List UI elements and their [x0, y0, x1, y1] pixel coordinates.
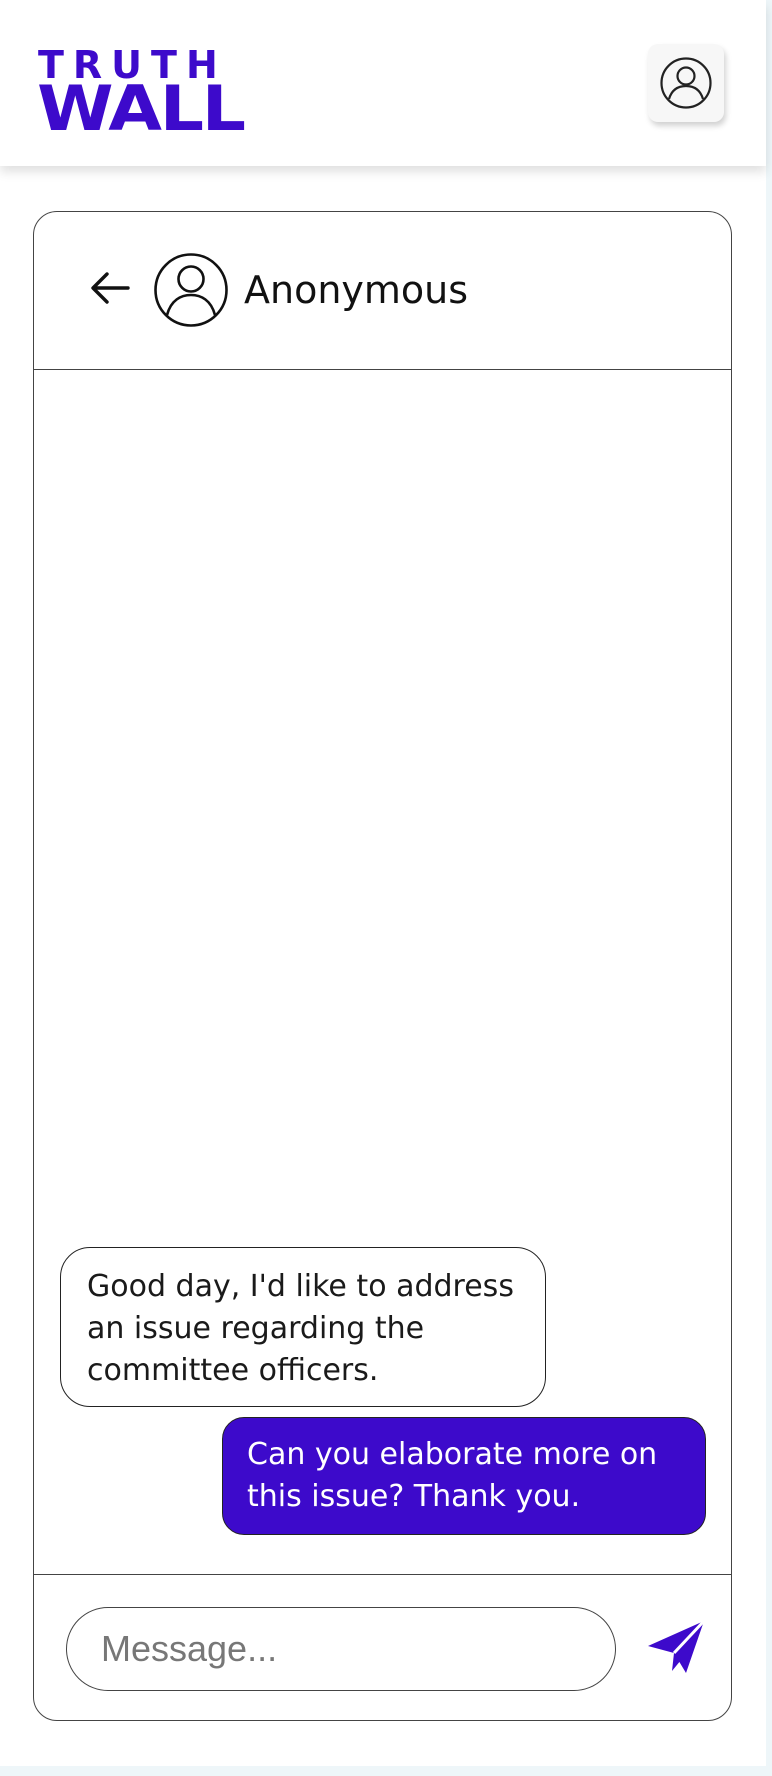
logo-bottom-text: WALL — [37, 72, 246, 145]
message-input[interactable] — [66, 1607, 616, 1691]
send-button[interactable] — [644, 1615, 708, 1679]
user-circle-icon — [660, 57, 712, 109]
message-composer — [34, 1574, 731, 1720]
paper-plane-icon — [648, 1619, 706, 1673]
message-bubble-incoming: Good day, I'd like to address an issue r… — [60, 1247, 546, 1407]
message-bubble-outgoing: Can you elaborate more on this issue? Th… — [222, 1417, 706, 1535]
chat-window: Anonymous Good day, I'd like to address … — [33, 211, 732, 1721]
profile-button[interactable] — [648, 44, 724, 122]
contact-name: Anonymous — [244, 268, 469, 312]
chat-header: Anonymous — [34, 212, 731, 370]
app-header: TRUTH WALL — [0, 0, 766, 166]
back-button[interactable] — [89, 268, 131, 308]
contact-avatar-icon — [154, 253, 228, 327]
arrow-left-icon — [91, 272, 130, 304]
truth-wall-logo[interactable]: TRUTH WALL — [37, 46, 246, 140]
page: TRUTH WALL Anonymous Good day, I'd like … — [0, 0, 766, 1766]
